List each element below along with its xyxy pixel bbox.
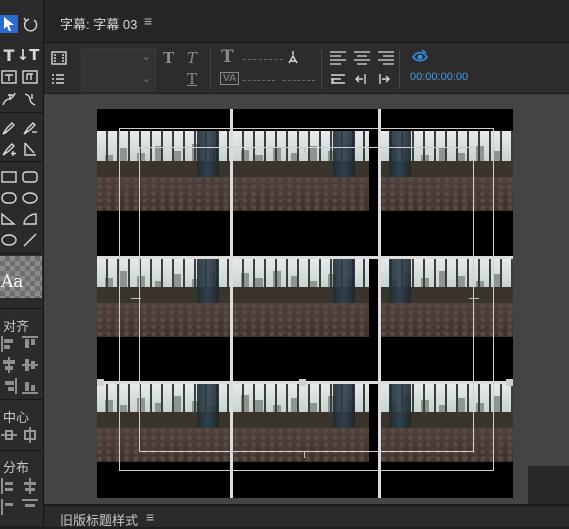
center-section-label: 中心: [3, 410, 30, 425]
delete-anchor-icon[interactable]: [21, 119, 39, 137]
path-type-icon[interactable]: [0, 90, 18, 108]
title-panel-name: 字幕: 字幕 03: [60, 17, 138, 32]
tracking-value[interactable]: [283, 80, 315, 82]
legacy-title-styles-panel: 旧版标题样式 ≡: [44, 505, 569, 528]
rounded-corner-icon[interactable]: [21, 189, 39, 207]
align-right-icon[interactable]: [1, 378, 17, 394]
kerning-icon: VA: [220, 72, 240, 85]
align-top-icon[interactable]: [22, 336, 38, 352]
tab-left-icon[interactable]: [352, 70, 370, 88]
distribute-left-icon[interactable]: [1, 478, 17, 494]
style-swatch-text: Aa: [1, 272, 24, 292]
rotate-icon[interactable]: [21, 15, 39, 33]
distribute-section-label: 分布: [3, 460, 30, 475]
pen-icon[interactable]: [0, 119, 18, 137]
rectangle-icon[interactable]: [0, 168, 18, 186]
font-size-icon: T: [221, 47, 234, 67]
title-safe-margin: [139, 147, 474, 452]
style-swatch[interactable]: Aa: [0, 256, 42, 298]
type-icon[interactable]: T: [0, 46, 18, 65]
resize-handle[interactable]: [299, 379, 306, 386]
selection-arrow-icon[interactable]: [0, 15, 18, 33]
word-wrap-icon[interactable]: [329, 70, 347, 88]
legacy-title-styles-label: 旧版标题样式: [60, 513, 139, 528]
add-anchor-icon[interactable]: [0, 140, 18, 158]
kerning-value[interactable]: [243, 80, 275, 82]
align-right-text-icon[interactable]: [378, 51, 394, 65]
title-canvas-area: [44, 94, 569, 504]
clipped-rectangle-icon[interactable]: [0, 189, 18, 207]
tab-stops-icon[interactable]: [50, 70, 68, 88]
resize-handle[interactable]: [97, 379, 104, 386]
bold-button[interactable]: T: [163, 49, 174, 67]
align-bottom-icon[interactable]: [22, 378, 38, 394]
align-left-text-icon[interactable]: [330, 51, 346, 65]
vertical-path-type-icon[interactable]: [21, 90, 39, 108]
italic-button[interactable]: T: [187, 49, 197, 67]
align-left-icon[interactable]: [1, 336, 17, 352]
rounded-rectangle-icon[interactable]: [21, 168, 39, 186]
video-preview-frame[interactable]: [97, 109, 513, 498]
align-center-text-icon[interactable]: [354, 51, 370, 65]
vertical-type-icon[interactable]: ↓T: [17, 46, 40, 64]
aspect-icon: [284, 48, 302, 66]
title-tools-panel: T ↓T Aa 对齐 中心 分布: [0, 0, 44, 526]
center-vertical-icon[interactable]: [22, 427, 38, 443]
align-vcenter-icon[interactable]: [22, 357, 38, 373]
align-section-label: 对齐: [3, 319, 30, 334]
format-toolbar: ⌄ ⌄ T T T T VA 00:00:00:00: [44, 43, 569, 93]
ellipse-icon[interactable]: [0, 231, 18, 249]
resize-handle[interactable]: [506, 379, 513, 386]
distribute-vcenter-icon[interactable]: [22, 499, 38, 515]
font-style-select[interactable]: ⌄: [81, 70, 156, 91]
panel-menu-icon[interactable]: ≡: [146, 509, 154, 525]
title-panel-header: 字幕: 字幕 03 ≡: [44, 0, 569, 43]
align-hcenter-icon[interactable]: [1, 357, 17, 373]
area-type-icon[interactable]: [0, 68, 18, 86]
convert-anchor-icon[interactable]: [21, 140, 39, 158]
eye-icon[interactable]: [412, 49, 428, 63]
font-size-value[interactable]: [243, 59, 283, 61]
arc-icon[interactable]: [21, 210, 39, 228]
center-horizontal-icon[interactable]: [1, 427, 17, 443]
timecode-display[interactable]: 00:00:00:00: [410, 71, 468, 83]
tab-right-icon[interactable]: [375, 70, 393, 88]
panel-menu-icon[interactable]: ≡: [144, 13, 152, 29]
background-video-icon[interactable]: [50, 49, 68, 67]
distribute-right-icon[interactable]: [1, 499, 17, 515]
distribute-hcenter-icon[interactable]: [22, 478, 38, 494]
vertical-area-type-icon[interactable]: [21, 68, 39, 86]
font-family-select[interactable]: ⌄: [81, 48, 156, 69]
wedge-icon[interactable]: [0, 210, 18, 228]
underline-button[interactable]: T: [187, 70, 197, 88]
line-icon[interactable]: [21, 231, 39, 249]
